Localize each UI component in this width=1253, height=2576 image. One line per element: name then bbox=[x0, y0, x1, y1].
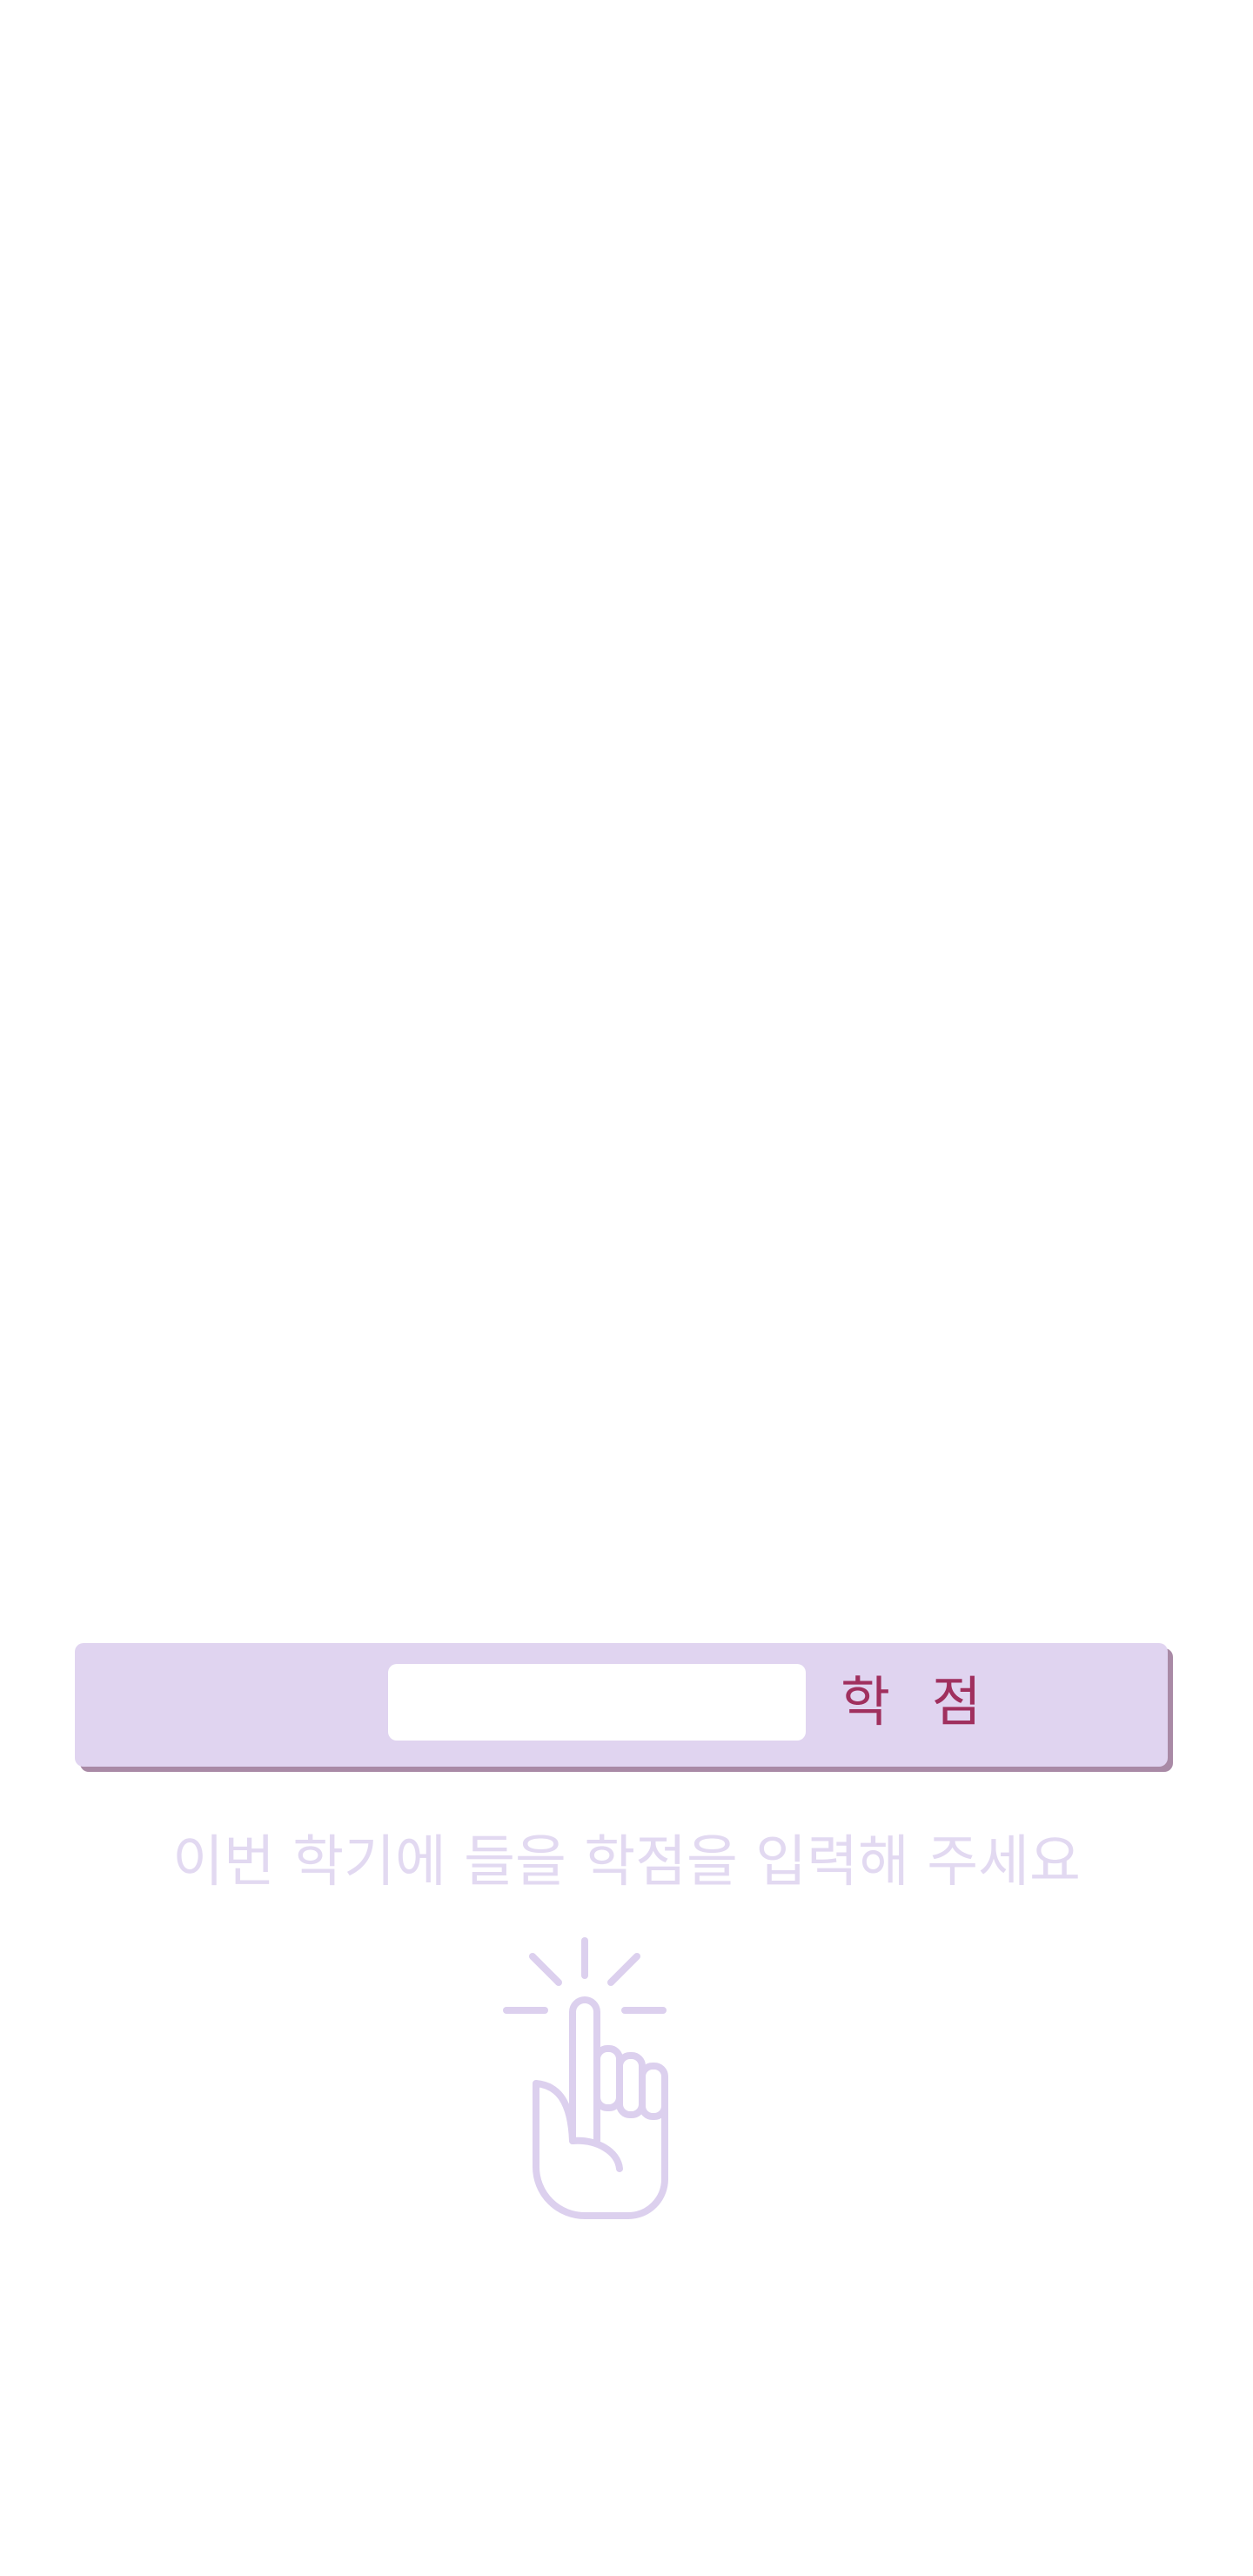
credit-input-bar: 학 점 bbox=[75, 1643, 1168, 1767]
credit-hint-text: 이번 학기에 들을 학점을 입력해 주세요 bbox=[172, 1830, 1081, 1895]
credit-unit-label: 학 점 bbox=[841, 1670, 994, 1734]
credit-input-field[interactable] bbox=[388, 1664, 806, 1741]
hand-tap-icon bbox=[503, 1937, 668, 2219]
